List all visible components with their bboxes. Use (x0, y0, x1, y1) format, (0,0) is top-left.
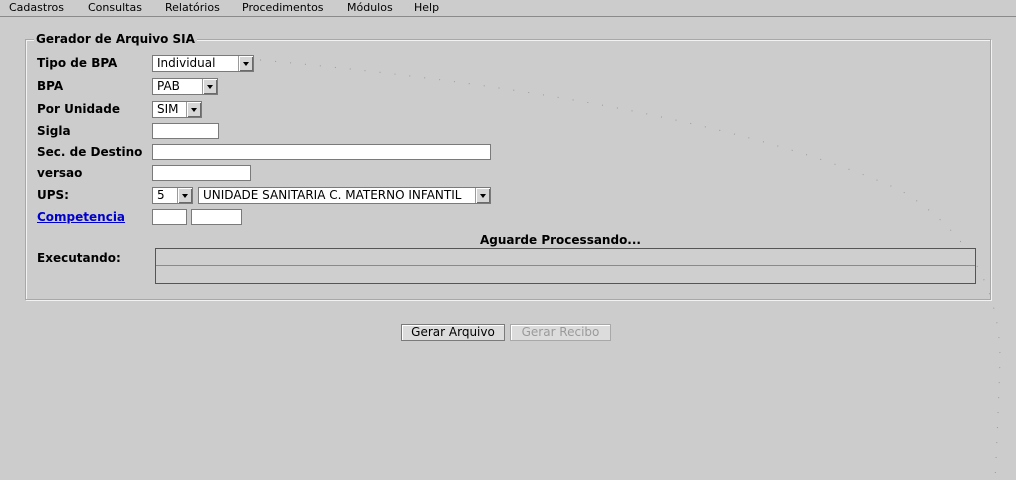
bpa-label: BPA (37, 79, 64, 93)
versao-input[interactable] (152, 165, 251, 181)
processing-status: Aguarde Processando... (480, 233, 641, 247)
progress-divider (156, 265, 975, 266)
ups-label: UPS: (37, 188, 69, 202)
chevron-down-icon[interactable] (202, 79, 217, 94)
menu-consultas[interactable]: Consultas (88, 1, 142, 14)
tipo-bpa-label: Tipo de BPA (37, 56, 118, 70)
menu-procedimentos[interactable]: Procedimentos (242, 1, 324, 14)
menu-help[interactable]: Help (414, 1, 439, 14)
tipo-bpa-value: Individual (157, 56, 216, 70)
competencia-year-input[interactable] (191, 209, 242, 225)
panel-title: Gerador de Arquivo SIA (34, 32, 197, 46)
por-unidade-label: Por Unidade (37, 102, 120, 116)
versao-label: versao (37, 166, 83, 180)
chevron-down-icon[interactable] (177, 188, 192, 203)
competencia-link[interactable]: Competencia (37, 210, 125, 224)
gerar-recibo-button[interactable]: Gerar Recibo (510, 324, 611, 341)
ups-code-value: 5 (157, 188, 165, 202)
menu-relatorios[interactable]: Relatórios (165, 1, 220, 14)
por-unidade-select[interactable]: SIM (152, 101, 202, 118)
bpa-select[interactable]: PAB (152, 78, 218, 95)
sigla-input[interactable] (152, 123, 219, 139)
ups-unit-value: UNIDADE SANITARIA C. MATERNO INFANTIL (203, 188, 462, 202)
sigla-label: Sigla (37, 124, 71, 138)
menu-cadastros[interactable]: Cadastros (9, 1, 64, 14)
menu-bar: Cadastros Consultas Relatórios Procedime… (0, 0, 1016, 17)
chevron-down-icon[interactable] (186, 102, 201, 117)
executando-label: Executando: (37, 251, 121, 265)
ups-unit-select[interactable]: UNIDADE SANITARIA C. MATERNO INFANTIL (198, 187, 491, 204)
bpa-value: PAB (157, 79, 180, 93)
execution-progress (155, 248, 976, 284)
competencia-month-input[interactable] (152, 209, 187, 225)
sec-destino-input[interactable] (152, 144, 491, 160)
chevron-down-icon[interactable] (475, 188, 490, 203)
sec-destino-label: Sec. de Destino (37, 145, 143, 159)
chevron-down-icon[interactable] (238, 56, 253, 71)
menu-modulos[interactable]: Módulos (347, 1, 393, 14)
tipo-bpa-select[interactable]: Individual (152, 55, 254, 72)
ups-code-select[interactable]: 5 (152, 187, 193, 204)
gerar-arquivo-button[interactable]: Gerar Arquivo (401, 324, 505, 341)
por-unidade-value: SIM (157, 102, 179, 116)
